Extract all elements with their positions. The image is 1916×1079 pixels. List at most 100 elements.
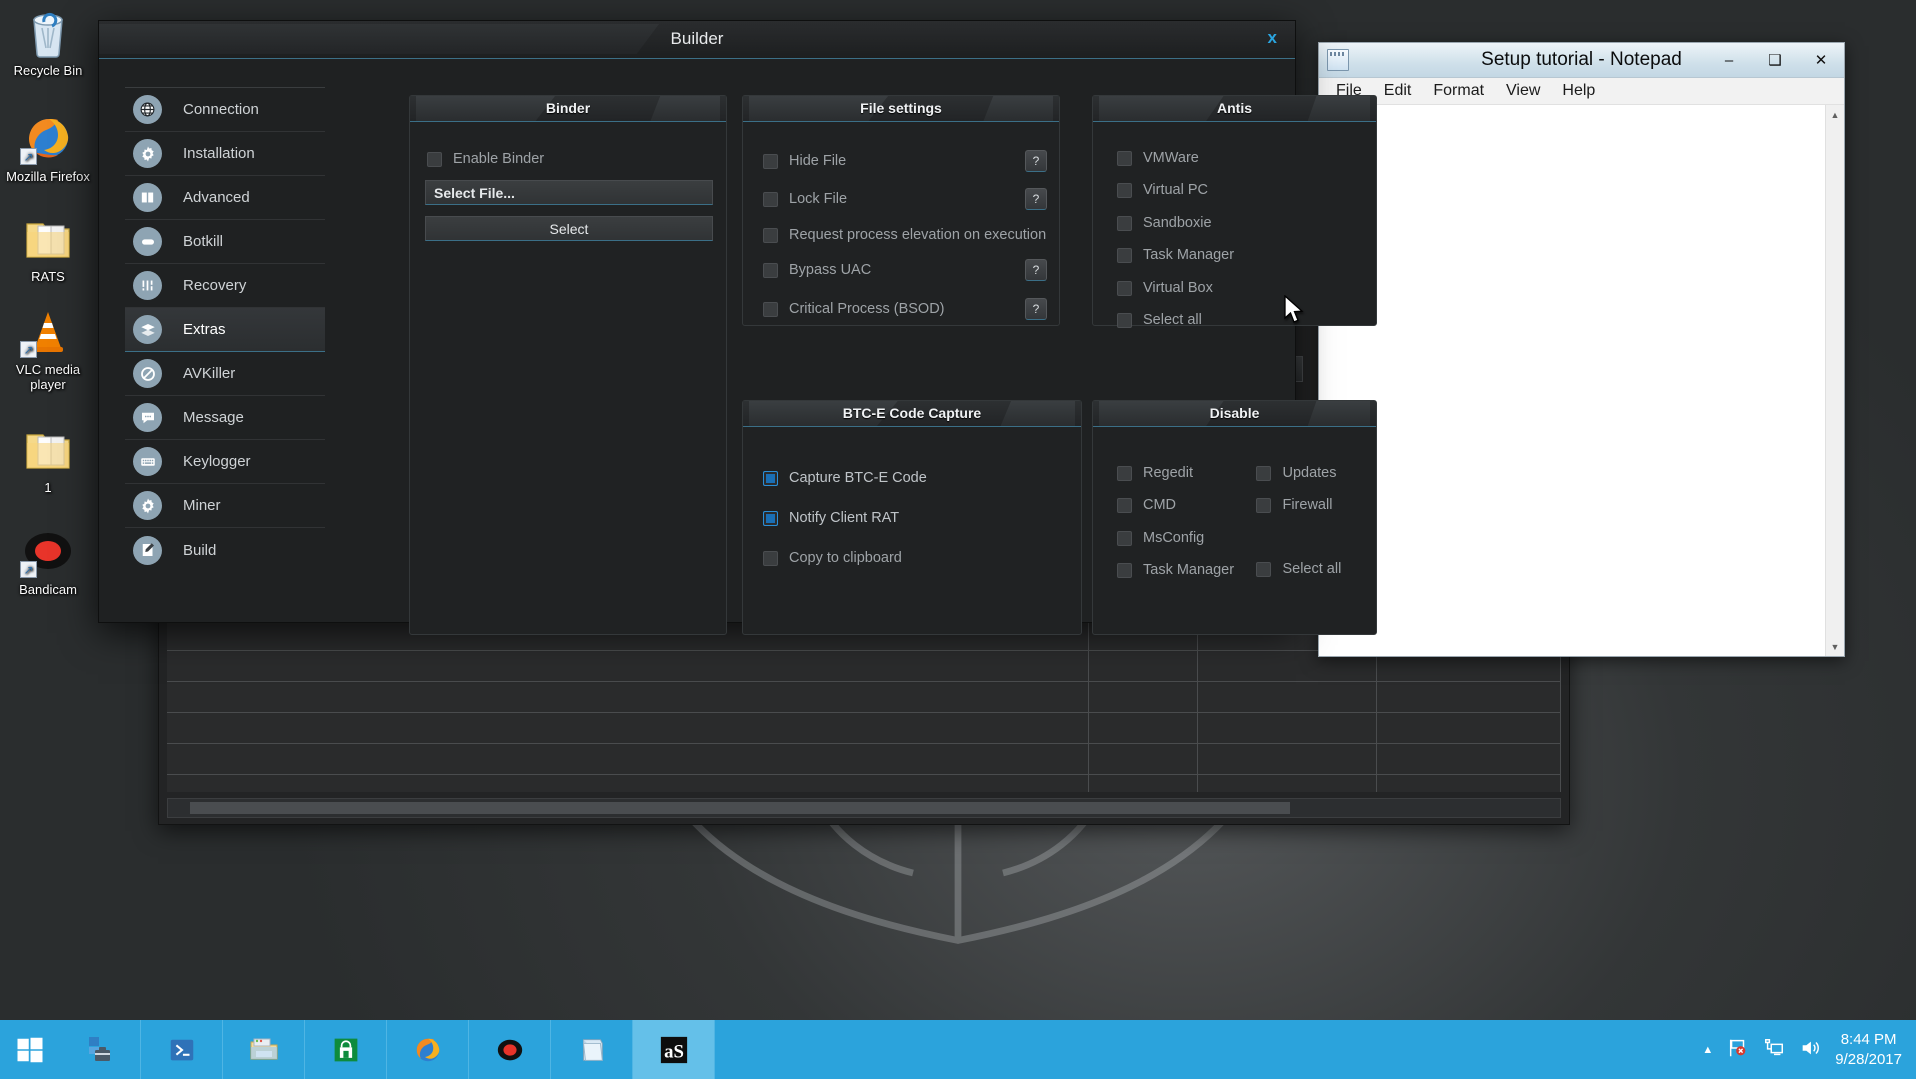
anti-virtual-box-checkbox[interactable] (1117, 280, 1132, 296)
disable-regedit-checkbox[interactable] (1117, 465, 1132, 481)
scroll-down-arrow-icon[interactable]: ▼ (1826, 637, 1844, 656)
taskbar-item-bandicam[interactable] (469, 1020, 551, 1079)
disable-cmd-row[interactable]: CMD (1117, 497, 1256, 513)
sidebar-item-avkiller[interactable]: AVKiller (125, 352, 325, 396)
anti-sandboxie-checkbox[interactable] (1117, 215, 1132, 231)
menu-format[interactable]: Format (1422, 80, 1495, 102)
anti-vmware-row[interactable]: VMWare (1117, 150, 1376, 166)
binder-file-input[interactable]: Select File... (425, 180, 713, 205)
sidebar-item-advanced[interactable]: Advanced (125, 176, 325, 220)
volume-icon[interactable] (1799, 1037, 1821, 1062)
sidebar-item-extras[interactable]: Extras (125, 308, 325, 352)
capture-btce-code-row[interactable]: Capture BTC-E Code (763, 470, 1081, 486)
request-elevation-row[interactable]: Request process elevation on execution (763, 227, 1059, 243)
scrollbar-track[interactable] (1826, 124, 1844, 637)
lock-file-help-button[interactable]: ? (1025, 188, 1047, 210)
desktop-icon-vlc-media-player[interactable]: ↗ VLC media player (0, 305, 96, 392)
taskbar-item-firefox[interactable] (387, 1020, 469, 1079)
anti-virtual-pc-row[interactable]: Virtual PC (1117, 182, 1376, 198)
disable-firewall-checkbox[interactable] (1256, 497, 1272, 513)
desktop-icon-rats[interactable]: RATS (0, 212, 96, 284)
anti-virtual-box-row[interactable]: Virtual Box (1117, 280, 1376, 296)
builder-window[interactable]: Builder x Connection Installation Advanc… (98, 20, 1377, 635)
network-flag-icon[interactable] (1727, 1037, 1749, 1062)
anti-task-manager-checkbox[interactable] (1117, 247, 1132, 263)
sidebar-item-installation[interactable]: Installation (125, 132, 325, 176)
bypass-uac-row[interactable]: Bypass UAC ? (763, 259, 1059, 281)
desktop-icon-mozilla-firefox[interactable]: ↗ Mozilla Firefox (0, 112, 96, 184)
sidebar-item-botkill[interactable]: Botkill (125, 220, 325, 264)
request-elevation-checkbox[interactable] (763, 227, 778, 243)
disable-msconfig-checkbox[interactable] (1117, 530, 1132, 546)
sidebar-item-recovery[interactable]: Recovery (125, 264, 325, 308)
menu-edit[interactable]: Edit (1373, 80, 1423, 102)
network-pc-icon[interactable] (1763, 1037, 1785, 1062)
builder-titlebar[interactable]: Builder x (99, 21, 1295, 59)
disable-task-manager-checkbox[interactable] (1117, 562, 1132, 578)
scrollbar-thumb[interactable] (190, 802, 1290, 814)
sidebar-item-connection[interactable]: Connection (125, 88, 325, 132)
bypass-uac-help-button[interactable]: ? (1025, 259, 1047, 281)
menu-help[interactable]: Help (1551, 80, 1606, 102)
anti-virtual-pc-checkbox[interactable] (1117, 182, 1132, 198)
disable-panel-header: Disable (1093, 401, 1376, 427)
taskbar-item-server-manager[interactable] (59, 1020, 141, 1079)
bypass-uac-checkbox[interactable] (763, 262, 778, 278)
notify-client-rat-checkbox[interactable] (763, 510, 778, 526)
start-button[interactable] (0, 1020, 59, 1079)
hide-file-checkbox[interactable] (763, 153, 778, 169)
table-horizontal-scrollbar[interactable] (167, 798, 1561, 818)
disable-regedit-row[interactable]: Regedit (1117, 465, 1256, 481)
menu-view[interactable]: View (1495, 80, 1551, 102)
capture-btce-code-checkbox[interactable] (763, 470, 778, 486)
hide-file-help-button[interactable]: ? (1025, 150, 1047, 172)
taskbar-item-notepad[interactable] (551, 1020, 633, 1079)
critical-process-checkbox[interactable] (763, 301, 778, 317)
show-hidden-icons-button[interactable]: ▲ (1702, 1044, 1713, 1056)
notify-client-rat-row[interactable]: Notify Client RAT (763, 510, 1081, 526)
lock-file-row[interactable]: Lock File ? (763, 188, 1059, 210)
enable-binder-checkbox[interactable] (427, 151, 442, 167)
disable-updates-row[interactable]: Updates (1256, 465, 1376, 481)
sidebar-item-message[interactable]: Message (125, 396, 325, 440)
disable-select-all-row[interactable]: Select all (1256, 561, 1376, 577)
sidebar-item-build[interactable]: Build (125, 528, 325, 572)
disable-task-manager-row[interactable]: Task Manager (1117, 562, 1256, 578)
notepad-editor[interactable]: ... contact oit.im dex.com dex.com ▲ ▼ (1211, 105, 1844, 656)
builder-close-button[interactable]: x (1268, 28, 1277, 48)
anti-sandboxie-row[interactable]: Sandboxie (1117, 215, 1376, 231)
desktop-icon-recycle-bin[interactable]: Recycle Bin (0, 6, 96, 78)
scroll-up-arrow-icon[interactable]: ▲ (1826, 105, 1844, 124)
sidebar-item-keylogger[interactable]: Keylogger (125, 440, 325, 484)
disable-cmd-checkbox[interactable] (1117, 497, 1132, 513)
binder-select-button[interactable]: Select (425, 216, 713, 241)
copy-to-clipboard-row[interactable]: Copy to clipboard (763, 550, 1081, 566)
anti-select-all-row[interactable]: Select all (1117, 312, 1376, 328)
sidebar-item-miner[interactable]: Miner (125, 484, 325, 528)
file-settings-panel-header: File settings (743, 96, 1059, 122)
folder-icon (22, 423, 74, 475)
taskbar-item-powershell[interactable] (141, 1020, 223, 1079)
taskbar-item-store[interactable] (305, 1020, 387, 1079)
disable-updates-checkbox[interactable] (1256, 465, 1272, 481)
lock-file-checkbox[interactable] (763, 191, 778, 207)
critical-process-help-button[interactable]: ? (1025, 298, 1047, 320)
anti-select-all-checkbox[interactable] (1117, 312, 1132, 328)
notepad-window[interactable]: Setup tutorial - Notepad – ❑ ✕ File Edit… (1211, 42, 1845, 657)
critical-process-row[interactable]: Critical Process (BSOD) ? (763, 298, 1059, 320)
clock[interactable]: 8:44 PM 9/28/2017 (1835, 1030, 1902, 1070)
hide-file-row[interactable]: Hide File ? (763, 150, 1059, 172)
copy-to-clipboard-checkbox[interactable] (763, 550, 778, 566)
anti-vmware-checkbox[interactable] (1117, 150, 1132, 166)
taskbar-item-file-explorer[interactable] (223, 1020, 305, 1079)
taskbar-item-rat-client[interactable]: aS (633, 1020, 715, 1079)
desktop-icon-bandicam[interactable]: ↗ Bandicam (0, 525, 96, 597)
disable-msconfig-row[interactable]: MsConfig (1117, 530, 1256, 546)
disable-firewall-row[interactable]: Firewall (1256, 497, 1376, 513)
desktop-icon-1[interactable]: 1 (0, 423, 96, 495)
anti-task-manager-row[interactable]: Task Manager (1117, 247, 1376, 263)
notepad-vertical-scrollbar[interactable]: ▲ ▼ (1825, 105, 1844, 656)
enable-binder-row[interactable]: Enable Binder (427, 151, 726, 167)
notepad-titlebar[interactable]: Setup tutorial - Notepad – ❑ ✕ (1319, 43, 1844, 78)
disable-select-all-checkbox[interactable] (1256, 561, 1272, 577)
